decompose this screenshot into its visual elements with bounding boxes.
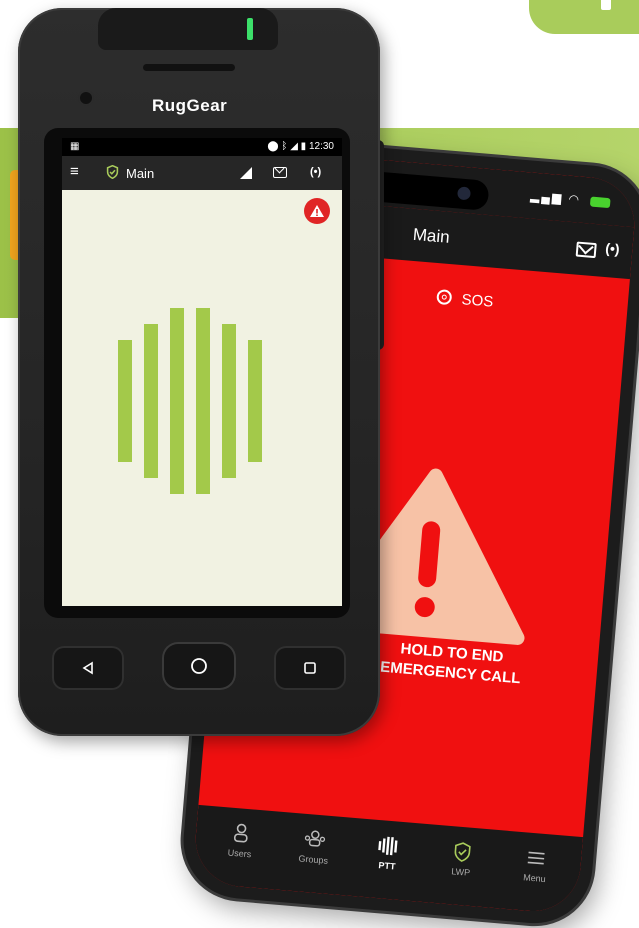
tab-menu-label: Menu	[522, 872, 547, 885]
signal-icon	[240, 167, 252, 179]
tab-ptt[interactable]: PTT	[353, 818, 421, 901]
bluetooth-icon: ᛒ	[281, 141, 288, 152]
recents-icon	[304, 662, 316, 674]
ptt-icon	[377, 834, 401, 858]
groups-icon	[303, 828, 327, 852]
iphone-status-icons: ▂▄▆ ◠	[530, 189, 611, 210]
location-icon: ⬤	[267, 141, 279, 152]
ptt-bars-icon[interactable]	[118, 308, 278, 494]
shield-check-icon	[106, 164, 119, 182]
battery-icon	[589, 196, 611, 208]
android-status-bar: ▦ ⬤ ᛒ ◢ ▮ 12:30	[62, 138, 342, 156]
back-icon	[82, 661, 93, 675]
sos-indicator: SOS	[436, 289, 494, 311]
broadcast-icon[interactable]: (•)	[310, 166, 321, 178]
hamburger-icon[interactable]: ≡	[70, 164, 79, 179]
user-icon	[232, 822, 250, 845]
tab-lwp[interactable]: LWP	[427, 825, 495, 908]
recents-key[interactable]	[274, 646, 346, 690]
signal-icon: ▂▄▆	[529, 188, 564, 206]
battery-icon: ▮	[300, 141, 307, 152]
tab-users[interactable]: Users	[206, 806, 274, 889]
lifebuoy-icon	[436, 289, 453, 306]
home-icon	[191, 658, 207, 674]
status-icons: ⬤ ᛒ ◢ ▮ 12:30	[267, 141, 334, 152]
wifi-icon: ◠	[568, 191, 582, 207]
front-camera	[80, 92, 92, 104]
hardware-nav-keys	[40, 642, 358, 694]
mail-icon[interactable]	[575, 241, 597, 259]
app-bar: ≡ Main (•)	[62, 156, 342, 190]
warning-icon[interactable]	[304, 198, 330, 224]
back-key[interactable]	[52, 646, 124, 690]
background-corner-tab	[529, 0, 639, 34]
brand-logo: RugGear	[152, 96, 228, 115]
earpiece-speaker	[143, 64, 235, 71]
sos-label: SOS	[460, 291, 494, 311]
ruggear-device: RugGear ▦ ⬤ ᛒ ◢ ▮ 12:30 ≡ Main (•)	[0, 0, 400, 745]
app-grid-icon: ▦	[70, 141, 80, 152]
signal-icon: ◢	[290, 141, 298, 152]
antenna-housing	[98, 8, 278, 50]
menu-icon	[526, 847, 546, 870]
tab-groups[interactable]: Groups	[280, 812, 348, 895]
channel-title[interactable]: Main	[126, 166, 154, 181]
status-time: 12:30	[308, 141, 334, 152]
status-led	[247, 18, 253, 40]
home-key[interactable]	[162, 642, 236, 690]
mail-icon[interactable]	[273, 167, 287, 178]
ruggear-screen: ▦ ⬤ ᛒ ◢ ▮ 12:30 ≡ Main (•)	[62, 138, 342, 606]
tab-menu[interactable]: Menu	[501, 831, 569, 914]
channel-title: Main	[412, 224, 451, 247]
tab-ptt-label: PTT	[378, 860, 396, 872]
broadcast-icon[interactable]: (•)	[605, 240, 621, 257]
tab-groups-label: Groups	[298, 853, 329, 866]
tab-lwp-label: LWP	[450, 866, 471, 878]
tab-users-label: Users	[227, 847, 252, 860]
shield-check-icon	[452, 840, 472, 863]
